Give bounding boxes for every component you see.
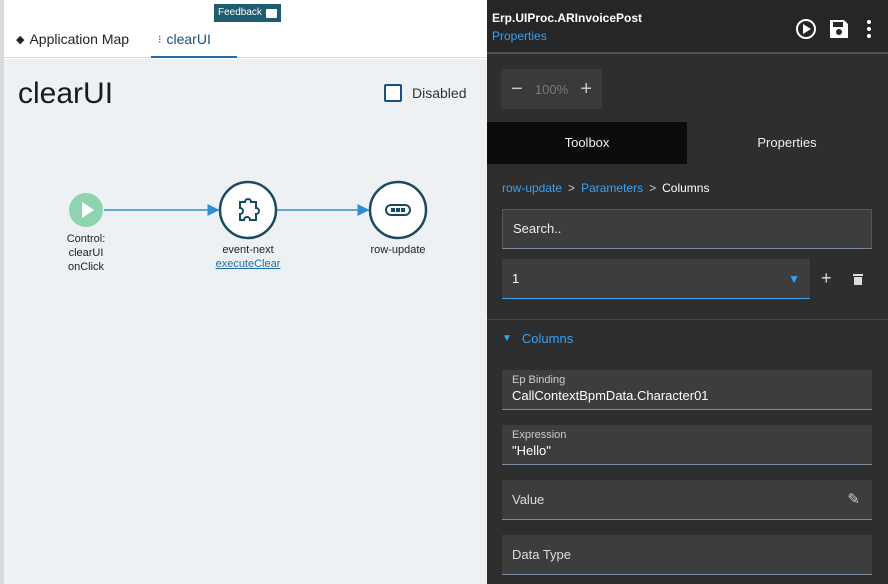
data-type-field[interactable]: Data Type <box>502 535 872 575</box>
chevron-down-icon: ▼ <box>788 272 800 286</box>
run-icon[interactable] <box>795 18 817 40</box>
divider <box>487 319 888 320</box>
more-vert-icon[interactable] <box>865 18 873 40</box>
tab-properties[interactable]: Properties <box>687 122 887 164</box>
chat-icon <box>265 8 277 18</box>
field-label: Ep Binding <box>512 374 566 386</box>
tab-label: clearUI <box>166 31 211 47</box>
breadcrumb-row-update[interactable]: row-update <box>502 181 562 195</box>
section-title: Columns <box>521 331 574 346</box>
breadcrumb-separator: > <box>568 181 576 195</box>
tab-bar: Feedback ◆ Application Map ⁝ clearUI <box>4 0 487 58</box>
flow-diagram <box>69 180 428 240</box>
execute-clear-link[interactable]: executeClear <box>208 257 288 271</box>
add-icon[interactable]: + <box>821 268 832 289</box>
workflow-canvas[interactable]: clearUI Disabled Control: clearUI onClic… <box>4 59 487 584</box>
start-node-label: Control: clearUI onClick <box>56 232 116 274</box>
breadcrumb-separator: > <box>649 181 657 195</box>
field-label: Expression <box>512 429 567 441</box>
application-map-pane: Feedback ◆ Application Map ⁝ clearUI cle… <box>0 0 487 584</box>
expression-field[interactable]: Expression "Hello" <box>502 425 872 465</box>
process-title: Erp.UIProc.ARInvoicePost <box>492 11 643 25</box>
save-icon[interactable] <box>828 18 850 40</box>
row-update-node[interactable] <box>368 180 428 240</box>
tab-clearui[interactable]: ⁝ clearUI <box>151 31 237 58</box>
field-label: Data Type <box>512 547 572 562</box>
breadcrumb-parameters[interactable]: Parameters <box>581 181 643 195</box>
feedback-button[interactable]: Feedback <box>214 4 281 22</box>
field-value: "Hello" <box>512 443 551 458</box>
workflow-icon: ⁝ <box>158 34 162 46</box>
layers-icon: ◆ <box>16 34 25 46</box>
zoom-in-icon[interactable]: + <box>580 78 592 101</box>
breadcrumb-columns: Columns <box>662 181 710 195</box>
field-value: CallContextBpmData.Character01 <box>512 388 709 403</box>
edit-icon[interactable]: ✎ <box>847 480 860 520</box>
zoom-control: − 100% + <box>501 69 602 109</box>
node-label-line: Control: <box>66 233 106 245</box>
field-label: Value <box>512 492 545 507</box>
zoom-out-icon[interactable]: − <box>511 78 523 101</box>
tab-application-map[interactable]: ◆ Application Map <box>16 31 129 58</box>
feedback-label: Feedback <box>218 7 262 18</box>
item-select[interactable]: 1 ▼ <box>502 259 810 299</box>
start-node[interactable] <box>69 193 103 227</box>
panel-header: Erp.UIProc.ARInvoicePost Properties <box>487 0 888 54</box>
row-update-label: row-update <box>370 244 426 256</box>
node-label-line: onClick <box>67 261 105 273</box>
columns-section-header[interactable]: ▼ Columns <box>502 331 573 346</box>
search-input[interactable]: Search.. <box>502 209 872 249</box>
node-label-line: event-next <box>222 244 274 256</box>
event-next-label: event-next executeClear <box>208 243 288 271</box>
breadcrumb: row-update > Parameters > Columns <box>502 181 709 195</box>
value-field[interactable]: Value ✎ <box>502 480 872 520</box>
ep-binding-field[interactable]: Ep Binding CallContextBpmData.Character0… <box>502 370 872 410</box>
tab-toolbox[interactable]: Toolbox <box>487 122 687 164</box>
item-select-value: 1 <box>512 271 520 286</box>
chevron-down-icon: ▼ <box>502 333 512 344</box>
delete-icon[interactable] <box>853 273 863 285</box>
node-label-line: clearUI <box>68 247 104 259</box>
tab-label: Application Map <box>29 31 130 47</box>
panel-subtitle-link[interactable]: Properties <box>492 29 547 43</box>
zoom-level: 100% <box>534 81 569 97</box>
panel-tabs: Toolbox Properties <box>487 122 888 164</box>
event-next-node[interactable] <box>218 180 278 240</box>
properties-panel: Erp.UIProc.ARInvoicePost Properties − 10… <box>487 0 888 584</box>
